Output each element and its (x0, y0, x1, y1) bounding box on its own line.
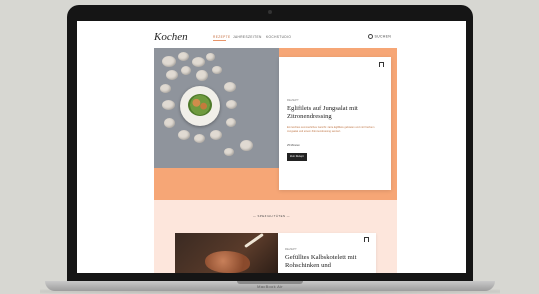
laptop-base: MacBook Air (45, 281, 495, 291)
nav-active-underline (213, 40, 226, 41)
recipe-tag: Rezept (285, 248, 298, 251)
section-recipe-image[interactable] (175, 233, 278, 273)
search-icon (368, 34, 373, 39)
search-link[interactable]: Suchen (368, 34, 391, 39)
nav-link-kochstudio[interactable]: Kochstudio (266, 35, 291, 39)
salad (188, 94, 212, 116)
bookmark-icon[interactable] (364, 237, 369, 242)
secondary-recipe-card[interactable]: Rezept Gefülltes Kalbskotelett mit Rohsc… (278, 233, 376, 273)
recipe-duration: 25 Minuten (287, 144, 300, 147)
recipe-title[interactable]: Gefülltes Kalbskotelett mit Rohschinken … (285, 254, 373, 270)
cutlet (205, 251, 250, 273)
search-label: Suchen (374, 34, 392, 39)
recipe-tag: Rezept (287, 99, 300, 102)
bookmark-icon[interactable] (379, 62, 384, 67)
view-recipe-button[interactable]: Zum Rezept (287, 153, 307, 161)
nav-link-rezepte[interactable]: Rezepte (213, 35, 231, 39)
site-logo[interactable]: Kochen (154, 31, 188, 43)
section-heading: — Spezialitäten — (252, 214, 291, 218)
featured-recipe-card[interactable]: Rezept Eglifilets auf Jungsalat mit Zitr… (279, 57, 391, 190)
bone (244, 233, 264, 249)
camera-icon (268, 10, 272, 14)
brand-label: MacBook Air (257, 284, 283, 289)
hero-image[interactable] (154, 48, 279, 168)
laptop-screen: Kochen Rezepte Jahreszeiten Kochstudio S… (77, 21, 466, 273)
site-navigation: Kochen Rezepte Jahreszeiten Kochstudio S… (77, 21, 466, 48)
recipe-teaser: Ein leichtes sommerliches Gericht: zarte… (287, 126, 375, 133)
nav-link-jahreszeiten[interactable]: Jahreszeiten (233, 35, 262, 39)
recipe-title[interactable]: Eglifilets auf Jungsalat mit Zitronendre… (287, 105, 385, 122)
